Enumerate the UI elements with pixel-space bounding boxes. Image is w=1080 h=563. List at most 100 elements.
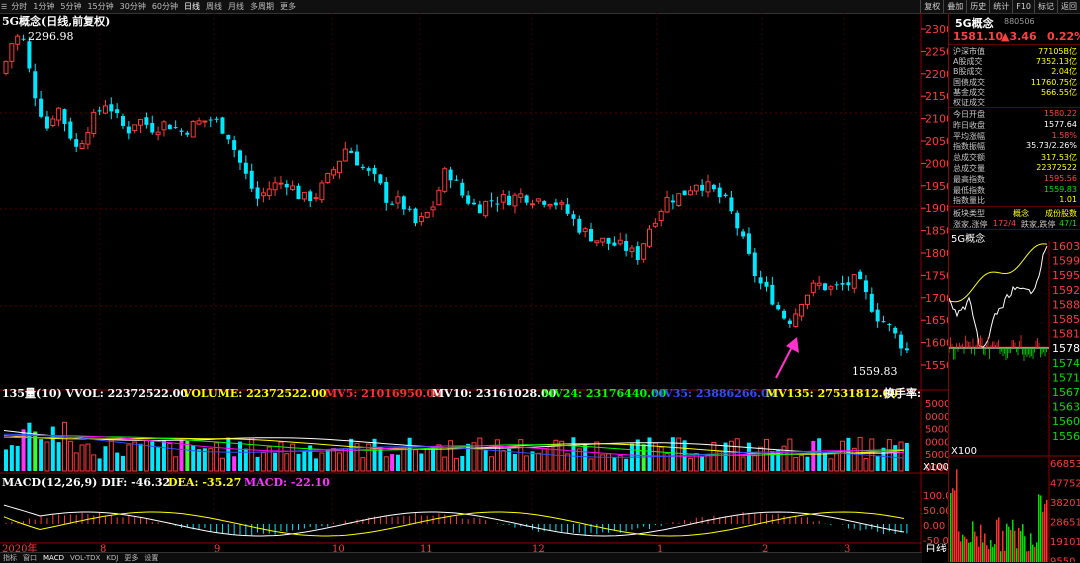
- price-tick: 1550: [925, 359, 948, 372]
- toolbar-button-6[interactable]: 返回: [1057, 0, 1080, 13]
- period-tab-9[interactable]: 多周期: [247, 0, 277, 13]
- period-tab-6[interactable]: 日线: [181, 0, 203, 13]
- candle-body: [670, 200, 675, 203]
- toolbar-right-buttons: 复权 叠加 历史 统计 F10 标记 返回: [920, 0, 1080, 13]
- volume-bar: [15, 445, 20, 471]
- candle-body: [430, 206, 436, 211]
- mini-volume-tick: 47752: [1050, 479, 1080, 490]
- candle-body: [858, 271, 863, 280]
- mini-price-line: [949, 245, 1048, 348]
- period-tab-1[interactable]: 1分钟: [30, 0, 57, 13]
- macd-tick: 0.00: [923, 521, 945, 532]
- volume-bar: [395, 454, 400, 471]
- period-tab-3[interactable]: 15分钟: [84, 0, 116, 13]
- candle-body: [179, 130, 184, 132]
- volume-bar: [583, 444, 588, 471]
- candle-body: [612, 242, 617, 246]
- volume-bar: [641, 444, 646, 471]
- kline-chart[interactable]: 2300225022002150210020502000195019001850…: [0, 13, 948, 552]
- candle-body: [238, 150, 242, 163]
- candle-body: [372, 167, 377, 174]
- candle-body: [68, 121, 73, 139]
- toolbar-button-2[interactable]: 历史: [966, 0, 989, 13]
- candle-body: [325, 172, 331, 184]
- volume-bar: [823, 452, 827, 471]
- candle-body: [594, 240, 600, 244]
- volume-bar: [705, 454, 711, 472]
- candle-body: [232, 140, 237, 150]
- mini-volume-bar: [950, 493, 952, 562]
- candle-body: [559, 202, 565, 205]
- volume-bar: [746, 442, 751, 471]
- stat-row: 今日开盘 1580.22: [953, 109, 1077, 119]
- menu-icon[interactable]: ☰: [0, 3, 8, 11]
- period-tab-2[interactable]: 5分钟: [57, 0, 84, 13]
- volume-bar: [500, 450, 506, 472]
- volume-tick: 5000: [925, 450, 948, 461]
- macd-legend: MACD(12,26,9) DIF: -46.32 DEA: -35.27 MA…: [2, 476, 330, 489]
- price-tick: 2100: [925, 113, 948, 126]
- candle-body: [687, 190, 693, 196]
- toolbar-button-4[interactable]: F10: [1012, 0, 1034, 13]
- candle-body: [208, 119, 213, 121]
- toolbar-button-5[interactable]: 标记: [1034, 0, 1057, 13]
- mini-volume-bar: [1020, 531, 1022, 562]
- candle-body: [840, 282, 845, 285]
- period-tab-4[interactable]: 30分钟: [117, 0, 149, 13]
- volume-bar: [740, 456, 746, 472]
- period-tab-5[interactable]: 60分钟: [149, 0, 181, 13]
- mini-volume-bar: [988, 548, 990, 562]
- mini-price-tick: 1567: [1052, 386, 1080, 399]
- volume-bar: [67, 440, 73, 472]
- mini-volume-bar: [970, 542, 972, 562]
- candle-body: [15, 35, 21, 45]
- candle-body: [782, 310, 787, 319]
- candle-body: [869, 293, 874, 312]
- mini-volume-bar: [1008, 526, 1010, 562]
- candle-body: [290, 185, 296, 191]
- candle-body: [97, 110, 102, 112]
- candle-body: [816, 282, 822, 286]
- mini-price-tick: 1603: [1052, 241, 1080, 253]
- period-tab-8[interactable]: 月线: [225, 0, 247, 13]
- top-toolbar: ☰ 分时 1分钟 5分钟 15分钟 30分钟 60分钟 日线 周线 月线 多周期 更多 复权 叠加 历史…: [0, 0, 1080, 14]
- period-tab-7[interactable]: 周线: [203, 0, 225, 13]
- mini-volume-bar: [996, 519, 998, 562]
- toolbar-button-0[interactable]: 复权: [920, 0, 943, 13]
- volume-bar: [97, 458, 102, 471]
- candle-body: [413, 208, 418, 224]
- mini-volume-bar: [1032, 544, 1034, 562]
- mini-volume-bar: [1030, 533, 1032, 562]
- mini-price-tick: 1574: [1052, 357, 1080, 370]
- mini-volume-bar: [1034, 546, 1036, 562]
- volume-bar: [535, 452, 541, 472]
- x-axis-label: 10: [332, 544, 345, 552]
- candle-body: [196, 120, 202, 125]
- volume-bar: [9, 445, 14, 471]
- period-tab-0[interactable]: 分时: [8, 0, 30, 13]
- volume-bar: [161, 440, 166, 471]
- period-tab-10[interactable]: 更多: [277, 0, 299, 13]
- candle-body: [776, 304, 781, 310]
- price-tick: 2200: [925, 68, 948, 81]
- candle-body: [717, 187, 722, 198]
- volume-bar: [460, 455, 465, 471]
- candle-body: [266, 188, 272, 197]
- volume-bar: [448, 440, 454, 472]
- period-tabs: ☰ 分时 1分钟 5分钟 15分钟 30分钟 60分钟 日线 周线 月线 多周期 更多: [0, 0, 299, 13]
- chart-title: 5G概念(日线,前复权): [2, 14, 110, 28]
- candle-body: [284, 183, 289, 188]
- volume-bar: [108, 439, 114, 472]
- candle-body: [319, 182, 325, 201]
- stat-row: 最低指数 1559.83: [953, 184, 1077, 195]
- candle-body: [875, 309, 880, 322]
- volume-bar: [863, 458, 869, 472]
- mini-volume-bar: [1026, 551, 1028, 562]
- intraday-mini-chart[interactable]: 1603 15991595 15921588 1585 15811578 15741571…: [949, 241, 1080, 562]
- volume-bar: [4, 449, 8, 471]
- price-change-pct: 0.22%: [1047, 30, 1080, 43]
- volume-tick: 0000: [925, 412, 948, 423]
- toolbar-button-3[interactable]: 统计: [989, 0, 1012, 13]
- volume-bar: [103, 446, 108, 471]
- toolbar-button-1[interactable]: 叠加: [943, 0, 966, 13]
